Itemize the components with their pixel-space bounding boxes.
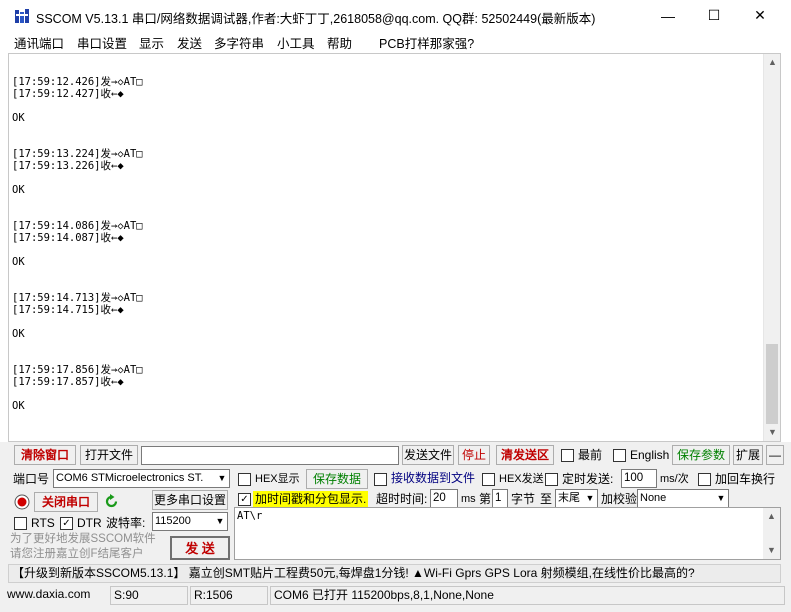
port-select[interactable]: COM6 STMicroelectronics ST. ▼ [53, 469, 230, 488]
stop-button[interactable]: 停止 [458, 445, 490, 465]
save-params-button[interactable]: 保存参数 [672, 445, 730, 465]
promo-bar[interactable]: 【升级到新版本SSCOM5.13.1】 嘉立创SMT贴片工程费50元,每焊盘1分… [8, 564, 781, 583]
recv-to-file-checkbox[interactable] [374, 473, 387, 486]
timeout-label: 超时时间: [376, 492, 428, 506]
received-count: R:1506 [190, 586, 268, 605]
rts-label: RTS [31, 516, 55, 530]
expand-button[interactable]: 扩展 [733, 445, 763, 465]
clear-send-button[interactable]: 清发送区 [496, 445, 554, 465]
port-status-icon [14, 494, 30, 510]
menu-bar: 通讯端口 串口设置 显示 发送 多字符串 小工具 帮助 PCB打样那家强? [0, 31, 791, 53]
sent-count: S:90 [110, 586, 188, 605]
scroll-up-icon[interactable]: ▲ [763, 508, 780, 525]
timestamp-checkbox[interactable]: ✓ [238, 493, 251, 506]
dtr-label: DTR [77, 516, 102, 530]
scroll-up-icon[interactable]: ▲ [764, 54, 780, 71]
scroll-thumb[interactable] [766, 344, 778, 424]
hex-display-label: HEX显示 [255, 473, 300, 485]
baud-value: 115200 [155, 515, 191, 527]
close-port-button[interactable]: 关闭串口 [34, 492, 98, 512]
send-button[interactable]: 发 送 [170, 536, 230, 560]
timed-send-label: 定时发送: [562, 472, 614, 486]
end-value: 末尾 [558, 492, 580, 504]
scroll-down-icon[interactable]: ▼ [763, 542, 780, 559]
close-icon: ✕ [754, 7, 766, 23]
end-select[interactable]: 末尾 ▼ [555, 489, 598, 508]
baud-label: 波特率: [106, 516, 146, 530]
hex-display-checkbox[interactable] [238, 473, 251, 486]
menu-serial-settings[interactable]: 串口设置 [77, 33, 127, 52]
english-label: English [630, 448, 670, 462]
menu-multi-string[interactable]: 多字符串 [214, 33, 264, 52]
menu-pcb-ad[interactable]: PCB打样那家强? [379, 33, 474, 52]
menu-tools[interactable]: 小工具 [277, 33, 315, 52]
timed-send-checkbox[interactable] [545, 473, 558, 486]
clear-window-button[interactable]: 清除窗口 [14, 445, 76, 465]
hex-send-label: HEX发送 [499, 473, 544, 485]
window-title: SSCOM V5.13.1 串口/网络数据调试器,作者:大虾丁丁,2618058… [36, 12, 596, 26]
recv-to-file-label: 接收数据到文件 [391, 471, 476, 485]
file-path-input[interactable] [141, 446, 399, 465]
port-label: 端口号 [13, 472, 50, 486]
rts-checkbox[interactable] [14, 517, 27, 530]
refresh-icon[interactable] [103, 493, 120, 510]
checksum-select[interactable]: None ▼ [637, 489, 729, 508]
timeout-unit: ms [461, 493, 476, 505]
add-crlf-checkbox[interactable] [698, 473, 711, 486]
app-icon [15, 9, 29, 23]
chevron-down-icon: ▼ [215, 516, 225, 526]
dtr-checkbox[interactable]: ✓ [60, 517, 73, 530]
chevron-down-icon: ▼ [585, 493, 595, 503]
send-text: AT\r [237, 510, 263, 522]
interval-unit: ms/次 [660, 473, 689, 485]
to-label: 至 [540, 492, 553, 506]
timeout-input[interactable]: 20 [430, 489, 458, 508]
topmost-checkbox[interactable] [561, 449, 574, 462]
ad-line-1: 为了更好地发展SSCOM软件 [10, 533, 156, 545]
chevron-down-icon: ▼ [716, 493, 726, 503]
menu-display[interactable]: 显示 [139, 33, 164, 52]
save-data-button[interactable]: 保存数据 [306, 469, 368, 489]
menu-help[interactable]: 帮助 [327, 33, 352, 52]
baud-select[interactable]: 115200 ▼ [152, 512, 228, 531]
minimize-icon: — [661, 7, 675, 24]
nth-label: 第 [479, 492, 492, 506]
english-checkbox[interactable] [613, 449, 626, 462]
minimize-button[interactable]: — [645, 0, 691, 31]
send-scrollbar[interactable]: ▲ ▼ [763, 508, 780, 559]
receive-scrollbar[interactable]: ▲ ▼ [763, 54, 780, 441]
more-settings-button[interactable]: 更多串口设置 [152, 490, 228, 510]
open-file-button[interactable]: 打开文件 [80, 445, 138, 465]
receive-log: [17:59:12.426]发→◇AT□ [17:59:12.427]收←◆ O… [12, 76, 143, 412]
menu-comm-port[interactable]: 通讯端口 [14, 33, 64, 52]
scroll-down-icon[interactable]: ▼ [764, 424, 780, 441]
menu-send[interactable]: 发送 [177, 33, 202, 52]
collapse-button[interactable]: — [766, 445, 784, 465]
port-info: COM6 已打开 115200bps,8,1,None,None [270, 586, 785, 605]
add-crlf-label: 加回车换行 [715, 472, 776, 486]
checksum-label: 加校验 [601, 492, 638, 506]
byte-label: 字节 [511, 492, 536, 506]
send-textarea[interactable]: AT\r ▲ ▼ [234, 507, 781, 560]
interval-input[interactable]: 100 [621, 469, 657, 488]
timestamp-label: 加时间戳和分包显示. [253, 491, 369, 507]
hex-send-checkbox[interactable] [482, 473, 495, 486]
chevron-down-icon: ▼ [217, 473, 227, 483]
website-link[interactable]: www.daxia.com [4, 586, 108, 605]
maximize-button[interactable]: ☐ [691, 0, 737, 31]
nth-input[interactable]: 1 [492, 489, 508, 508]
topmost-label: 最前 [578, 448, 603, 462]
title-bar: SSCOM V5.13.1 串口/网络数据调试器,作者:大虾丁丁,2618058… [0, 0, 791, 31]
checksum-value: None [640, 492, 667, 504]
ad-line-2: 请您注册嘉立创F结尾客户 [10, 548, 144, 560]
port-value: COM6 STMicroelectronics ST. [56, 472, 204, 484]
send-file-button[interactable]: 发送文件 [402, 445, 454, 465]
receive-area[interactable]: [17:59:12.426]发→◇AT□ [17:59:12.427]收←◆ O… [8, 53, 781, 442]
close-button[interactable]: ✕ [737, 0, 783, 31]
status-bar: www.daxia.com S:90 R:1506 COM6 已打开 11520… [0, 584, 791, 606]
maximize-icon: ☐ [707, 7, 721, 23]
